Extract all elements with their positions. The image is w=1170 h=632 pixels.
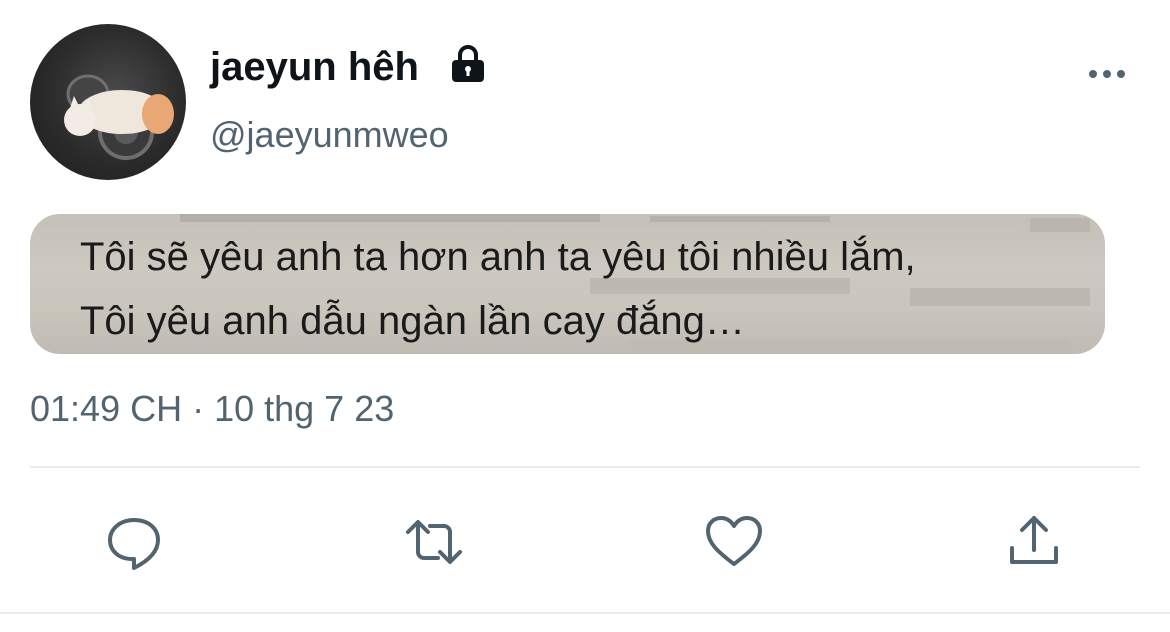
divider: [30, 466, 1140, 468]
photo-text-line-1: Tôi sẽ yêu anh ta hơn anh ta yêu tôi nhi…: [80, 235, 916, 279]
tweet-photo[interactable]: Tôi sẽ yêu anh ta hơn anh ta yêu tôi nhi…: [30, 214, 1105, 354]
photo-text-line-2: Tôi yêu anh dẫu ngàn lần cay đắng…: [80, 299, 745, 343]
avatar-image: [64, 74, 174, 160]
retweet-icon[interactable]: [404, 512, 464, 572]
share-icon[interactable]: [1004, 512, 1064, 572]
user-handle[interactable]: @jaeyunmweo: [210, 112, 449, 158]
tweet-timestamp[interactable]: 01:49 CH · 10 thg 7 23: [30, 386, 394, 432]
avatar[interactable]: [30, 24, 186, 180]
lock-icon: [452, 45, 484, 82]
tweet-detail: jaeyun hêh @jaeyunmweo Tôi sẽ yêu anh ta…: [0, 0, 1170, 632]
more-options-icon[interactable]: [1084, 62, 1130, 86]
bottom-divider: [0, 612, 1170, 614]
reply-icon[interactable]: [104, 512, 164, 572]
display-name[interactable]: jaeyun hêh: [210, 42, 419, 92]
heart-icon[interactable]: [704, 512, 764, 572]
